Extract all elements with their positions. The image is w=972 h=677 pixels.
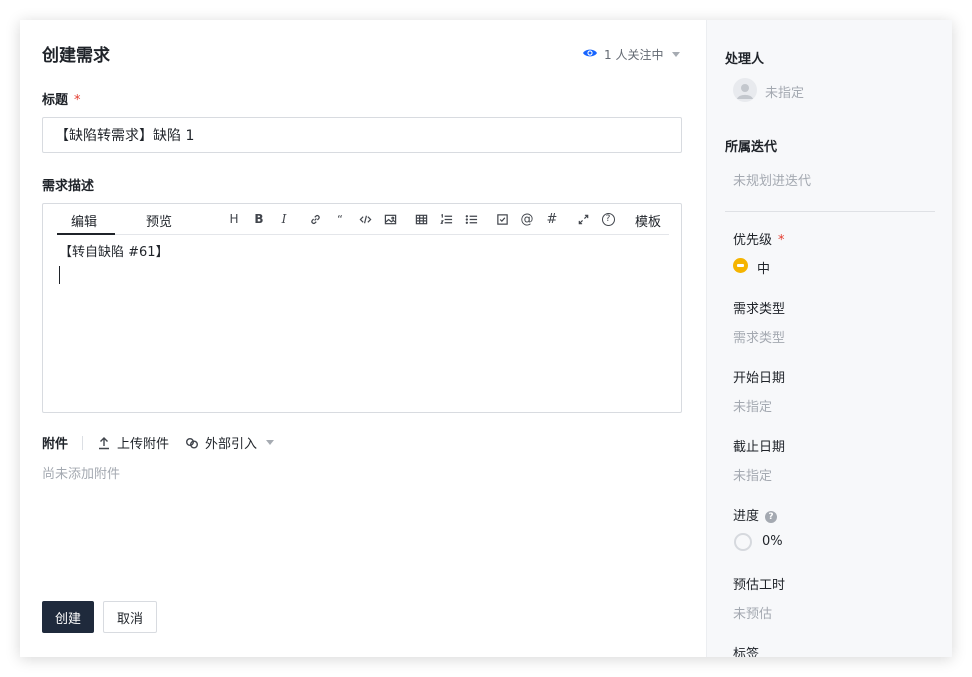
progress-label-text: 进度 [733,509,760,524]
due-date-label: 截止日期 [733,440,786,455]
watchers-dropdown[interactable]: 1 人关注中 [582,46,681,63]
table-icon [415,214,427,224]
checkbox-icon [496,213,508,225]
attachments-row: 附件 上传附件 外部引入 [42,433,275,452]
watchers-count: 1 人关注中 [604,48,664,62]
image-button[interactable] [381,210,399,228]
avatar[interactable] [733,78,757,102]
main-panel: 创建需求 1 人关注中 标题 * 需求描述 编辑 预览 H B I [20,20,706,657]
title-label: 标题 * [42,89,81,108]
due-date-value[interactable]: 未指定 [733,465,772,484]
title-input[interactable] [42,117,682,153]
editor-content-area[interactable]: 【转自缺陷 #61】 [59,244,665,402]
estimate-value[interactable]: 未预估 [733,603,772,622]
properties-sidebar: 处理人 未指定 所属迭代 未规划进迭代 优先级 * 中 需求类型 需求类型 开始日… [706,20,952,657]
italic-button[interactable]: I [275,210,293,228]
sidebar-divider [725,211,935,212]
create-button[interactable]: 创建 [42,601,94,633]
divider [82,435,84,450]
attachments-label: 附件 [42,437,69,452]
image-icon [384,214,396,224]
start-date-value[interactable]: 未指定 [733,396,772,415]
assignee-label: 处理人 [725,52,765,67]
editor-content-text: 【转自缺陷 #61】 [59,245,169,260]
ordered-list-button[interactable] [437,210,455,228]
required-mark: * [74,93,81,108]
help-icon: ? [601,212,615,226]
upload-attachment-label: 上传附件 [117,437,170,452]
chevron-down-icon [672,52,681,57]
ordered-list-icon [439,213,452,224]
priority-medium-icon [733,258,748,273]
expand-icon [578,214,588,224]
help-icon[interactable]: ? [765,510,778,523]
attachments-empty-text: 尚未添加附件 [42,467,121,482]
link-button[interactable] [306,210,324,228]
iteration-value[interactable]: 未规划进迭代 [733,170,811,189]
upload-attachment-button[interactable]: 上传附件 [97,433,169,452]
assignee-value[interactable]: 未指定 [765,82,804,101]
tab-preview[interactable]: 预览 [146,211,172,230]
fullscreen-button[interactable] [574,210,592,228]
link-icon [310,214,320,224]
external-import-dropdown[interactable]: 外部引入 [185,433,275,452]
create-requirement-dialog: 创建需求 1 人关注中 标题 * 需求描述 编辑 预览 H B I [20,20,952,657]
external-import-label: 外部引入 [205,437,258,452]
text-cursor [59,266,60,284]
type-value[interactable]: 需求类型 [733,327,785,346]
code-icon [359,215,371,223]
chevron-down-icon [266,440,275,445]
eye-icon [582,47,598,62]
title-label-text: 标题 [42,93,69,108]
bullet-list-button[interactable] [462,210,480,228]
active-tab-indicator [57,233,115,235]
description-editor: 编辑 预览 H B I “ @ # ? 模板 【转自缺陷 #61】 [42,203,682,413]
hashtag-button[interactable]: # [543,210,561,228]
tab-edit[interactable]: 编辑 [71,211,97,230]
iteration-label: 所属迭代 [725,140,778,155]
progress-value[interactable]: 0% [762,534,783,549]
bold-button[interactable]: B [250,210,268,228]
editor-toolbar: 编辑 预览 H B I “ @ # ? 模板 [57,204,669,235]
mention-button[interactable]: @ [518,210,536,228]
description-label: 需求描述 [42,179,95,194]
table-button[interactable] [412,210,430,228]
priority-label: 优先级 * [733,229,785,248]
cancel-button[interactable]: 取消 [103,601,157,633]
upload-icon [99,436,110,449]
priority-value[interactable]: 中 [757,258,770,277]
template-button[interactable]: 模板 [635,211,661,230]
heading-button[interactable]: H [225,210,243,228]
user-icon [737,84,753,99]
required-mark: * [778,233,785,248]
link-chain-icon [186,437,199,448]
task-list-button[interactable] [493,210,511,228]
tags-label: 标签 [733,647,760,657]
bullet-list-icon [465,214,477,224]
progress-label: 进度? [733,505,778,524]
dialog-title: 创建需求 [42,46,110,66]
priority-label-text: 优先级 [733,233,773,248]
quote-button[interactable]: “ [331,210,349,228]
code-button[interactable] [356,210,374,228]
progress-ring-icon [734,533,752,551]
type-label: 需求类型 [733,302,786,317]
help-button[interactable]: ? [599,210,617,228]
estimate-label: 预估工时 [733,578,786,593]
start-date-label: 开始日期 [733,371,786,386]
